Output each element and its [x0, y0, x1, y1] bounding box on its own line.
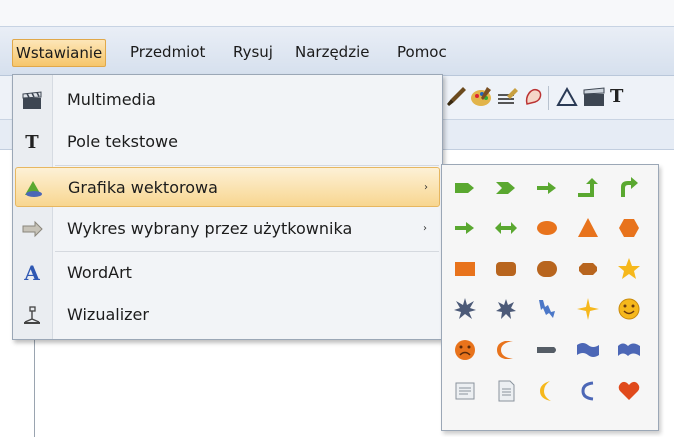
- menu-item-wizualizer[interactable]: Wizualizer: [15, 295, 440, 335]
- edit-icon[interactable]: [495, 84, 521, 110]
- menu-pomoc[interactable]: Pomoc: [397, 39, 447, 67]
- arrow-pentagon-icon[interactable]: [452, 175, 478, 201]
- rounded-rectangle-icon[interactable]: [493, 256, 519, 282]
- cloud-callout-icon[interactable]: [575, 378, 601, 404]
- insert-menu: Multimedia T Pole tekstowe Grafika wekto…: [12, 74, 443, 340]
- clapperboard-icon: [21, 89, 43, 111]
- right-arrow-icon[interactable]: [534, 175, 560, 201]
- shape-icon[interactable]: [521, 84, 547, 110]
- submenu-arrow-icon: ›: [423, 223, 427, 234]
- menu-item-pole-tekstowe[interactable]: T Pole tekstowe: [15, 122, 440, 162]
- rectangle-icon[interactable]: [452, 256, 478, 282]
- ellipse-icon[interactable]: [534, 215, 560, 241]
- triangle-icon[interactable]: [554, 84, 580, 110]
- note-icon[interactable]: [452, 378, 478, 404]
- text-tool-icon[interactable]: T: [610, 84, 636, 110]
- bent-up-arrow-icon[interactable]: [575, 175, 601, 201]
- menu-separator: [55, 165, 439, 166]
- menu-item-grafika-wektorowa[interactable]: Grafika wektorowa ›: [15, 167, 440, 207]
- can-cylinder-icon[interactable]: [534, 337, 560, 363]
- menu-item-label: Wykres wybrany przez użytkownika: [67, 219, 353, 238]
- smiley-icon[interactable]: [616, 296, 642, 322]
- custom-chart-icon: [21, 218, 43, 240]
- menu-item-label: Multimedia: [67, 90, 156, 109]
- brush-icon[interactable]: [443, 84, 469, 110]
- document-icon[interactable]: [493, 378, 519, 404]
- right-arrow-small-icon[interactable]: [452, 215, 478, 241]
- menu-wstawianie[interactable]: Wstawianie: [12, 39, 107, 67]
- turn-right-arrow-icon[interactable]: [616, 175, 642, 201]
- application-window: Wstawianie Przedmiot Rysuj Narzędzie Pom…: [0, 0, 674, 437]
- wordart-icon: A: [24, 261, 40, 285]
- toolbar-separator: [548, 86, 549, 110]
- menu-narzedzie[interactable]: Narzędzie: [295, 39, 369, 67]
- title-strip: [0, 0, 674, 26]
- vector-graphics-submenu: [441, 164, 659, 431]
- flowchart-terminator-icon[interactable]: [534, 256, 560, 282]
- heart-icon[interactable]: [616, 378, 642, 404]
- chevron-arrow-icon[interactable]: [493, 175, 519, 201]
- double-wave-icon[interactable]: [616, 337, 642, 363]
- submenu-arrow-icon: ›: [424, 182, 428, 193]
- menu-item-label: WordArt: [67, 263, 132, 282]
- multimedia-icon[interactable]: [581, 84, 607, 110]
- double-arrow-icon[interactable]: [493, 215, 519, 241]
- explosion-icon[interactable]: [452, 296, 478, 322]
- hexagon-icon[interactable]: [616, 215, 642, 241]
- palette-icon[interactable]: [469, 84, 495, 110]
- crescent-moon-icon[interactable]: [534, 378, 560, 404]
- four-point-star-icon[interactable]: [575, 296, 601, 322]
- star-icon[interactable]: [616, 256, 642, 282]
- menu-bar: Wstawianie Przedmiot Rysuj Narzędzie Pom…: [0, 26, 674, 76]
- menu-item-wordart[interactable]: A WordArt: [15, 253, 440, 293]
- octagon-icon[interactable]: [575, 256, 601, 282]
- text-icon: T: [25, 131, 39, 153]
- menu-rysuj[interactable]: Rysuj: [233, 39, 273, 67]
- menu-item-wykres[interactable]: Wykres wybrany przez użytkownika ›: [15, 209, 440, 249]
- menu-separator: [55, 251, 439, 252]
- visualizer-icon: [21, 304, 43, 326]
- menu-item-multimedia[interactable]: Multimedia: [15, 80, 440, 120]
- triangle-icon[interactable]: [575, 215, 601, 241]
- menu-item-label: Grafika wektorowa: [68, 178, 218, 197]
- vector-graphic-icon: [22, 177, 44, 199]
- sad-face-icon[interactable]: [452, 337, 478, 363]
- menu-item-label: Pole tekstowe: [67, 132, 178, 151]
- menu-przedmiot[interactable]: Przedmiot: [130, 39, 205, 67]
- moon-crescent-icon[interactable]: [493, 337, 519, 363]
- lightning-icon[interactable]: [534, 296, 560, 322]
- menu-item-label: Wizualizer: [67, 305, 149, 324]
- wave-icon[interactable]: [575, 337, 601, 363]
- burst-icon[interactable]: [493, 296, 519, 322]
